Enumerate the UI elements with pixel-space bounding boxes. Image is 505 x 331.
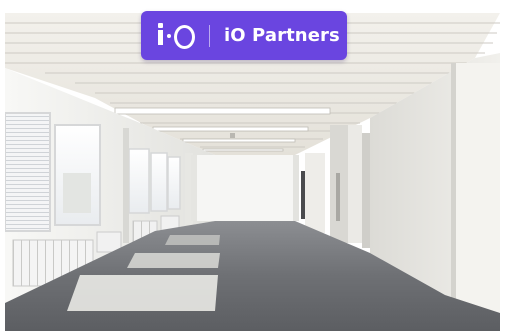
io-logo-mark-icon [155, 11, 197, 60]
logo-divider [209, 24, 210, 47]
logo-wordmark: iO Partners [224, 25, 340, 46]
listing-photo: iO Partners [0, 0, 505, 331]
io-partners-logo: iO Partners [141, 11, 347, 60]
office-room-photo [5, 13, 500, 331]
